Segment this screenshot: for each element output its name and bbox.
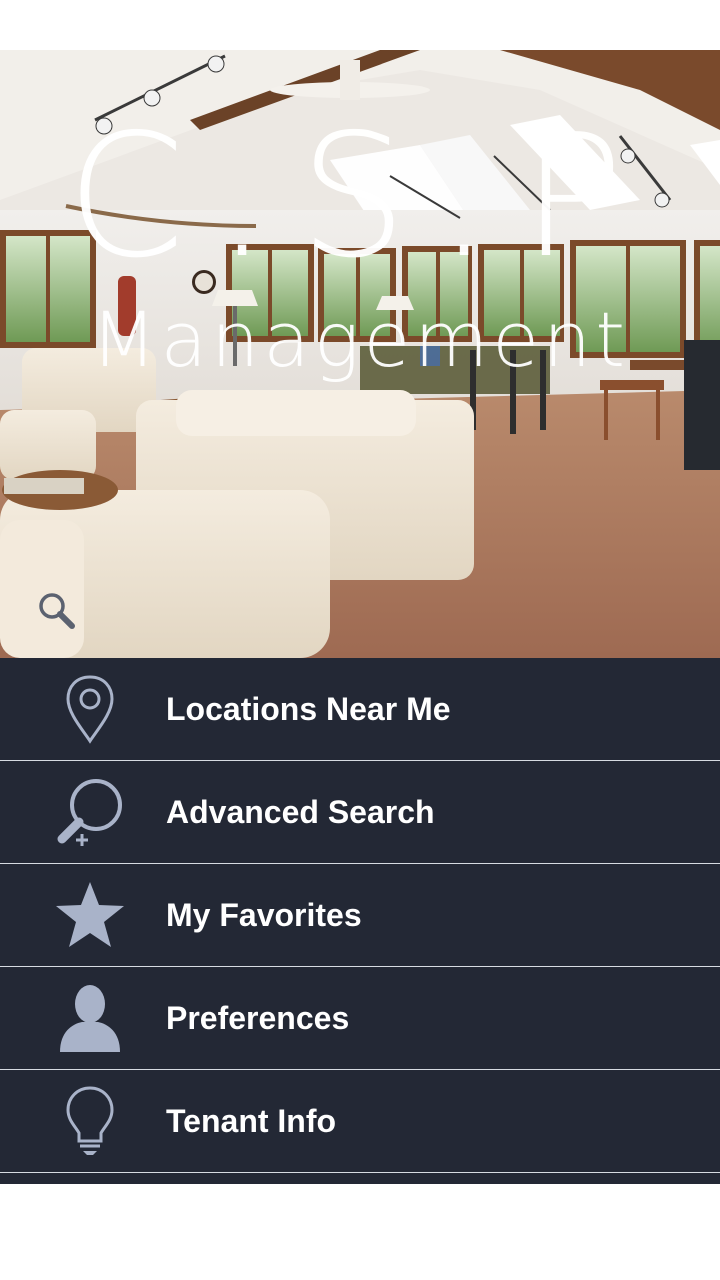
menu-item-label: Preferences [166,1000,350,1036]
living-room-photo [0,50,720,658]
menu-item-locations-near-me[interactable]: Locations Near Me [0,658,720,761]
star-icon [50,878,130,952]
hero-banner: C.S.P Management [0,50,720,658]
location-pin-icon [50,672,130,746]
menu-item-label: Tenant Info [166,1103,337,1139]
menu-item-my-favorites[interactable]: My Favorites [0,864,720,967]
search-icon[interactable] [36,590,76,630]
menu-item-preferences[interactable]: Preferences [0,967,720,1070]
status-bar [0,0,720,50]
menu-item-label: My Favorites [166,897,362,933]
menu-item-tenant-info[interactable]: Tenant Info [0,1070,720,1173]
user-icon [50,981,130,1055]
app-screen: C.S.P Management Locations Near Me Advan… [0,0,720,1280]
menu-item-label: Locations Near Me [166,691,451,727]
bottom-blank-area [0,1184,720,1280]
menu-item-label: Advanced Search [166,794,435,830]
lightbulb-icon [50,1084,130,1158]
main-menu: Locations Near Me Advanced Search My Fav… [0,658,720,1184]
menu-item-advanced-search[interactable]: Advanced Search [0,761,720,864]
advanced-search-icon [50,775,130,849]
